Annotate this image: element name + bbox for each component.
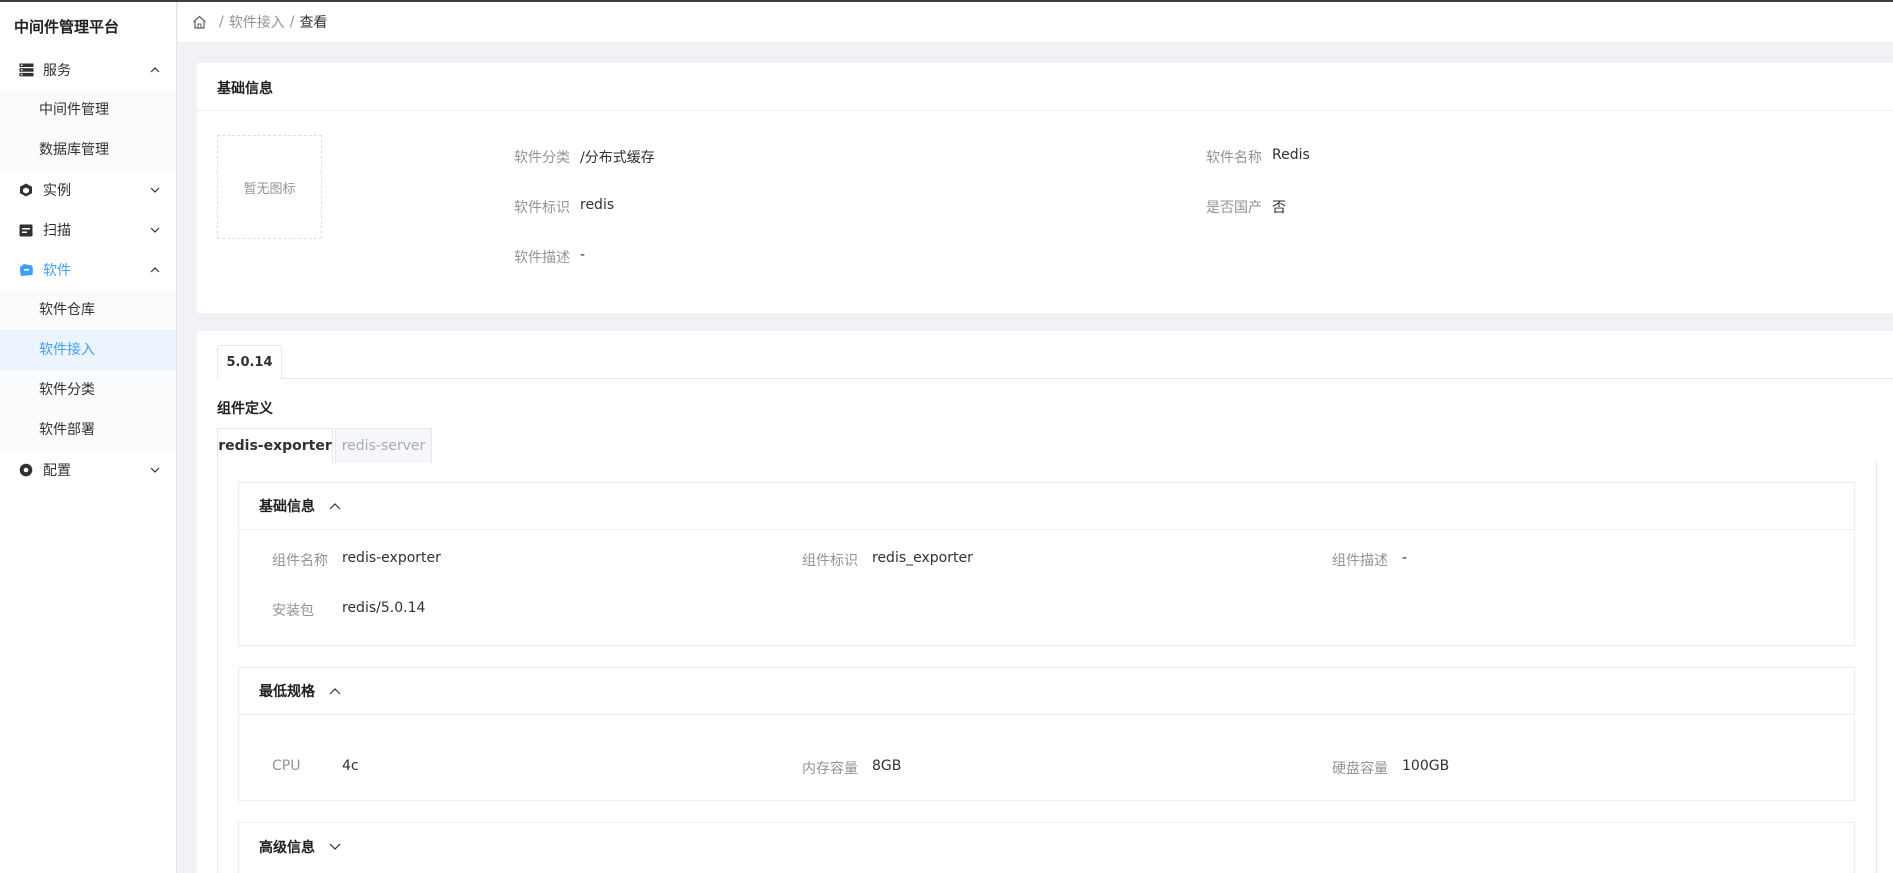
tab-version[interactable]: 5.0.14 [217,345,282,380]
sidebar-group-label: 实例 [43,183,71,199]
field-label: 软件名称 [1206,150,1262,166]
panel-title: 最低规格 [259,684,315,700]
field-domestic: 是否国产 否 [1206,197,1286,217]
panel-title: 高级信息 [259,839,315,856]
sidebar-item-software-category[interactable]: 软件分类 [0,370,176,410]
sidebar-group-label: 扫描 [43,223,71,239]
box-icon [18,262,34,278]
component-spec-panel: 最低规格 CPU 4c 内存容量 8GB 硬盘容量 100GB [238,667,1855,801]
field-component-identifier: 组件标识 redis_exporter [802,550,973,570]
component-basic-panel: 基础信息 组件名称 redis-exporter 组件标识 redis_expo… [238,482,1855,646]
field-component-package: 安装包 redis/5.0.14 [272,600,425,620]
field-label: 安装包 [272,603,314,619]
field-value: 100GB [1402,758,1450,774]
sidebar-item-software-deploy[interactable]: 软件部署 [0,410,176,450]
scan-icon [18,222,34,238]
component-tab-body: 基础信息 组件名称 redis-exporter 组件标识 redis_expo… [217,462,1877,873]
field-value: - [1402,550,1408,566]
sidebar-item-database[interactable]: 数据库管理 [0,130,176,170]
field-value: redis_exporter [872,550,973,566]
field-disk: 硬盘容量 100GB [1332,758,1449,778]
field-memory: 内存容量 8GB [802,758,901,778]
sidebar-group-label: 服务 [43,63,71,79]
field-value: Redis [1272,147,1310,163]
breadcrumb-item-software-access[interactable]: 软件接入 [229,12,285,32]
field-label: 软件分类 [514,150,570,166]
field-description: 软件描述 - [514,247,585,267]
chevron-down-icon[interactable] [329,841,341,853]
field-label: 内存容量 [802,761,858,777]
field-value: 8GB [872,758,902,774]
breadcrumb-separator: / [289,14,295,30]
breadcrumb-item-view: 查看 [299,15,328,31]
sidebar-group-instances[interactable]: 实例 [0,170,176,210]
sidebar-item-software-access[interactable]: 软件接入 [0,330,176,370]
field-label: 软件描述 [514,250,570,266]
panel-header[interactable]: 基础信息 [239,483,1854,530]
server-icon [18,62,34,78]
panel-header[interactable]: 最低规格 [239,668,1854,715]
sidebar-group-services[interactable]: 服务 [0,50,176,90]
field-identifier: 软件标识 redis [514,197,614,217]
sidebar-group-label: 配置 [43,463,71,479]
field-label: 软件标识 [514,200,570,216]
field-label: 是否国产 [1206,200,1262,216]
chevron-up-icon[interactable] [329,500,341,512]
field-value: 否 [1272,200,1286,216]
panel-header[interactable]: 高级信息 [239,823,1854,870]
field-component-description: 组件描述 - [1332,550,1407,570]
settings-icon [18,462,34,478]
panel-title: 基础信息 [259,499,315,515]
sidebar-item-software-repo[interactable]: 软件仓库 [0,290,176,330]
chevron-up-icon [150,65,160,75]
chevron-down-icon [150,465,160,475]
component-definition-title: 组件定义 [217,401,273,417]
chevron-down-icon [150,185,160,195]
field-label: 硬盘容量 [1332,761,1388,777]
field-label: 组件描述 [1332,553,1388,569]
field-name: 软件名称 Redis [1206,147,1310,167]
sidebar-item-middleware[interactable]: 中间件管理 [0,90,176,130]
field-component-name: 组件名称 redis-exporter [272,550,441,570]
field-value: - [580,247,586,263]
component-advanced-panel: 高级信息 [238,822,1855,873]
sidebar-group-config[interactable]: 配置 [0,450,176,490]
field-value: 4c [342,758,359,774]
chevron-up-icon [150,265,160,275]
basic-info-card: 基础信息 暂无图标 软件分类 /分布式缓存 软件名称 Redis 软件标识 re… [197,63,1893,313]
basic-info-title: 基础信息 [197,63,1893,111]
field-value: redis [580,197,615,213]
field-category: 软件分类 /分布式缓存 [514,147,655,167]
sidebar-group-scan[interactable]: 扫描 [0,210,176,250]
field-value: redis-exporter [342,550,441,566]
sidebar-group-label: 软件 [43,263,71,279]
field-label: 组件名称 [272,553,328,569]
software-icon-placeholder: 暂无图标 [217,135,322,239]
field-label: 组件标识 [802,553,858,569]
breadcrumb-separator: / [219,14,224,30]
tab-redis-exporter[interactable]: redis-exporter [217,428,333,463]
app-title: 中间件管理平台 [14,18,120,36]
chevron-up-icon[interactable] [329,685,341,697]
field-label: CPU [272,758,301,774]
cube-icon [18,182,34,198]
breadcrumb: / 软件接入 / 查看 [178,2,1893,43]
field-value: /分布式缓存 [580,150,655,166]
field-value: redis/5.0.14 [342,600,426,616]
sidebar: 中间件管理平台 服务 中间件管理 数据库管理 实例 扫描 软件 软件仓库 软件接… [0,2,177,873]
versions-card: 5.0.14 组件定义 redis-exporter redis-server … [197,331,1893,873]
sidebar-group-software[interactable]: 软件 [0,250,176,290]
field-cpu: CPU 4c [272,758,359,774]
version-tabs: 5.0.14 [217,345,1893,380]
chevron-down-icon [150,225,160,235]
home-icon[interactable] [192,14,208,30]
tab-redis-server[interactable]: redis-server [335,428,432,463]
